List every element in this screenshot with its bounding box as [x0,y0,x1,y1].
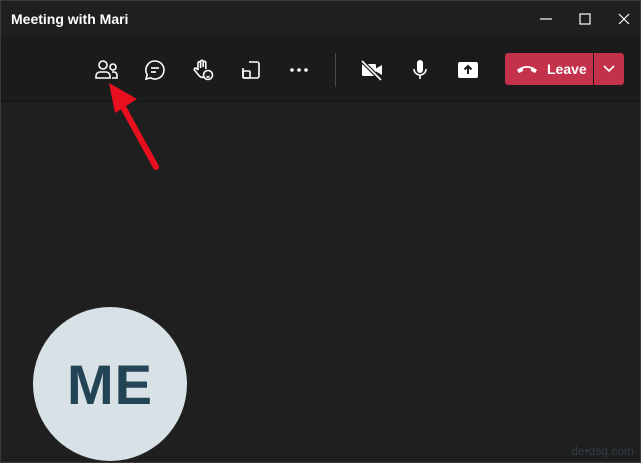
watermark: de•dsq.com [571,444,634,458]
share-upload-icon [458,62,478,78]
maximize-icon [579,13,591,25]
picture-in-picture-icon [242,61,260,79]
camera-off-icon [360,59,383,82]
participant-avatar: ME [33,307,187,461]
maximize-button[interactable] [575,9,595,29]
share-tray-button[interactable] [237,57,265,83]
raise-hand-button[interactable] [189,57,217,83]
window-title: Meeting with Mari [11,11,129,27]
title-bar: Meeting with Mari [1,1,640,37]
leave-button[interactable]: Leave [505,53,593,85]
share-content-button[interactable] [454,57,482,83]
leave-options-dropdown[interactable] [594,53,624,85]
close-icon [618,13,630,25]
participant-initials: ME [67,352,153,416]
ellipsis-icon [290,68,308,72]
phone-hangup-icon [517,66,537,73]
minimize-icon [540,18,552,20]
hand-icon [193,59,214,81]
chevron-down-icon [603,65,615,73]
meeting-window: Meeting with Mari Leave ME de•dsq.com [0,0,641,463]
meeting-stage: ME de•dsq.com [1,102,640,462]
microphone-button[interactable] [406,57,434,83]
leave-label: Leave [547,61,587,77]
microphone-icon [413,60,427,79]
toolbar-divider [335,53,336,87]
minimize-button[interactable] [536,9,556,29]
annotation-arrow-icon [109,83,159,170]
camera-toggle-button[interactable] [358,57,386,83]
close-button[interactable] [614,9,634,29]
more-actions-button[interactable] [285,57,313,83]
meeting-toolbar: Leave [1,37,640,102]
